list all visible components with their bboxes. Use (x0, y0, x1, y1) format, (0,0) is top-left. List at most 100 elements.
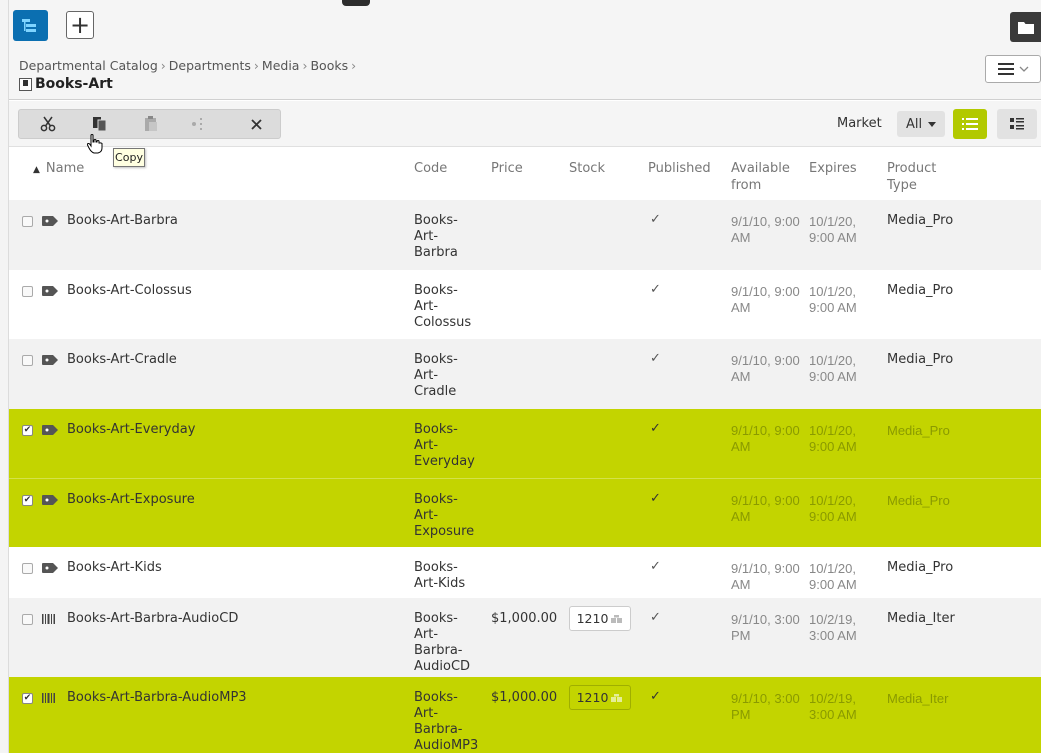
product-tag-icon (42, 495, 58, 505)
column-expires-header[interactable]: Expires (809, 160, 857, 177)
sort-ascending-icon: ▲ (33, 165, 40, 175)
row-checkbox[interactable] (22, 355, 33, 366)
copy-icon (93, 117, 107, 132)
market-select[interactable]: All (897, 111, 945, 137)
row-available: 9/1/10, 9:00 AM (731, 353, 800, 384)
row-available: 9/1/10, 9:00 AM (731, 493, 800, 524)
row-available: 9/1/10, 9:00 AM (731, 214, 800, 245)
link-button[interactable] (184, 110, 214, 138)
row-available: 9/1/10, 9:00 AM (731, 561, 800, 592)
table-row[interactable]: ✔ Books-Art-Exposure Books- Art- Exposure … (9, 478, 1041, 547)
row-name[interactable]: Books-Art-Exposure (67, 492, 195, 508)
product-tag-icon (42, 216, 58, 226)
column-product-type-header[interactable]: Product Type (887, 160, 957, 194)
market-label: Market (837, 116, 882, 131)
row-product-type: Media_Pro (887, 560, 954, 575)
row-checkbox-checked[interactable]: ✔ (22, 495, 33, 506)
row-code: Books- Art- Everyday (414, 422, 475, 469)
detail-view-button[interactable] (997, 109, 1037, 139)
breadcrumb-separator: › (302, 58, 308, 73)
row-published-check: ✓ (650, 610, 661, 625)
top-bar (9, 0, 1041, 44)
column-name-header[interactable]: ▲ Name (33, 160, 84, 179)
table-row[interactable]: Books-Art-Barbra-AudioCD Books- Art- Barbr… (9, 598, 1041, 677)
add-button[interactable]: + (66, 11, 94, 39)
row-name[interactable]: Books-Art-Barbra-AudioCD (67, 611, 238, 627)
barcode-icon (42, 614, 55, 624)
product-tag-icon (42, 286, 58, 296)
folder-icon (1017, 21, 1034, 34)
row-price: $1,000.00 (491, 611, 558, 626)
table-row[interactable]: Books-Art-Kids Books- Art-Kids ✓ 9/1/10, … (9, 547, 1041, 598)
row-name[interactable]: Books-Art-Barbra (67, 213, 178, 229)
stock-field[interactable]: 1210 (569, 606, 631, 631)
tree-view-button[interactable] (13, 10, 48, 41)
cut-button[interactable] (33, 110, 63, 138)
folder-button[interactable] (1010, 12, 1041, 42)
breadcrumb-separator: › (351, 58, 357, 73)
paste-icon (145, 116, 157, 131)
table-row[interactable]: Books-Art-Barbra Books- Art- Barbra ✓ 9/1/… (9, 200, 1041, 270)
row-name[interactable]: Books-Art-Kids (67, 560, 162, 576)
breadcrumb-item-media[interactable]: Media (262, 58, 300, 73)
paste-button[interactable] (136, 110, 166, 138)
row-checkbox-checked[interactable]: ✔ (22, 425, 33, 436)
list-lines-icon (997, 63, 1014, 75)
left-frame-edge (0, 0, 9, 753)
product-tag-icon (42, 563, 58, 573)
table-row[interactable]: Books-Art-Colossus Books- Art- Colossus ✓ … (9, 270, 1041, 339)
row-expires: 10/1/20, 9:00 AM (809, 423, 857, 454)
stock-field[interactable]: 1210 (569, 685, 631, 710)
column-code-header[interactable]: Code (414, 160, 447, 177)
table-row[interactable]: ✔ Books-Art-Barbra-AudioMP3 Books- Art- Ba… (9, 677, 1041, 753)
column-price-header[interactable]: Price (491, 160, 523, 177)
row-expires: 10/1/20, 9:00 AM (809, 493, 857, 524)
row-code: Books- Art- Cradle (414, 352, 458, 399)
column-stock-header[interactable]: Stock (569, 160, 605, 177)
breadcrumb-separator: › (253, 58, 259, 73)
list-view-button[interactable] (953, 109, 987, 139)
table-header: ▲ Name Code Price Stock Published Availab… (9, 148, 1041, 200)
column-available-header[interactable]: Available from (731, 160, 801, 194)
row-product-type: Media_Pro (887, 423, 950, 438)
row-checkbox-checked[interactable]: ✔ (22, 693, 33, 704)
row-expires: 10/1/20, 9:00 AM (809, 284, 857, 315)
toolbar: Market All (9, 101, 1041, 147)
row-checkbox[interactable] (22, 614, 33, 625)
view-options-menu[interactable] (985, 55, 1041, 83)
row-checkbox[interactable] (22, 563, 33, 574)
row-name[interactable]: Books-Art-Cradle (67, 352, 177, 368)
list-view-icon (962, 118, 978, 130)
row-expires: 10/1/20, 9:00 AM (809, 353, 857, 384)
row-checkbox[interactable] (22, 216, 33, 227)
row-checkbox[interactable] (22, 286, 33, 297)
warehouse-icon (611, 614, 623, 623)
breadcrumb-item-departments[interactable]: Departments (169, 58, 251, 73)
collapse-handle[interactable] (342, 0, 370, 6)
table-row[interactable]: Books-Art-Cradle Books- Art- Cradle ✓ 9/1/… (9, 339, 1041, 409)
close-icon (251, 118, 262, 130)
row-name[interactable]: Books-Art-Colossus (67, 283, 192, 299)
row-product-type: Media_Pro (887, 493, 950, 508)
link-icon (192, 118, 202, 130)
caret-down-icon (928, 121, 937, 127)
row-available: 9/1/10, 3:00 PM (731, 691, 800, 722)
copy-tooltip: Copy (113, 148, 145, 167)
row-published-check: ✓ (650, 421, 661, 436)
row-code: Books- Art- Barbra- AudioCD (414, 611, 471, 674)
row-expires: 10/1/20, 9:00 AM (809, 561, 857, 592)
row-price: $1,000.00 (491, 690, 558, 705)
row-code: Books- Art- Barbra- AudioMP3 (414, 690, 479, 753)
row-expires: 10/2/19, 3:00 AM (809, 691, 857, 722)
breadcrumb-item-books[interactable]: Books (310, 58, 348, 73)
row-code: Books- Art- Exposure (414, 492, 475, 539)
table-row[interactable]: ✔ Books-Art-Everyday Books- Art- Everyday … (9, 409, 1041, 478)
breadcrumb-item-catalog[interactable]: Departmental Catalog (19, 58, 158, 73)
row-product-type: Media_Pro (887, 352, 954, 367)
row-published-check: ✓ (650, 491, 661, 506)
delete-button[interactable] (234, 110, 279, 138)
row-name[interactable]: Books-Art-Barbra-AudioMP3 (67, 690, 247, 706)
catalog-node-icon (19, 77, 32, 91)
row-name[interactable]: Books-Art-Everyday (67, 422, 195, 438)
column-published-header[interactable]: Published (648, 160, 711, 177)
